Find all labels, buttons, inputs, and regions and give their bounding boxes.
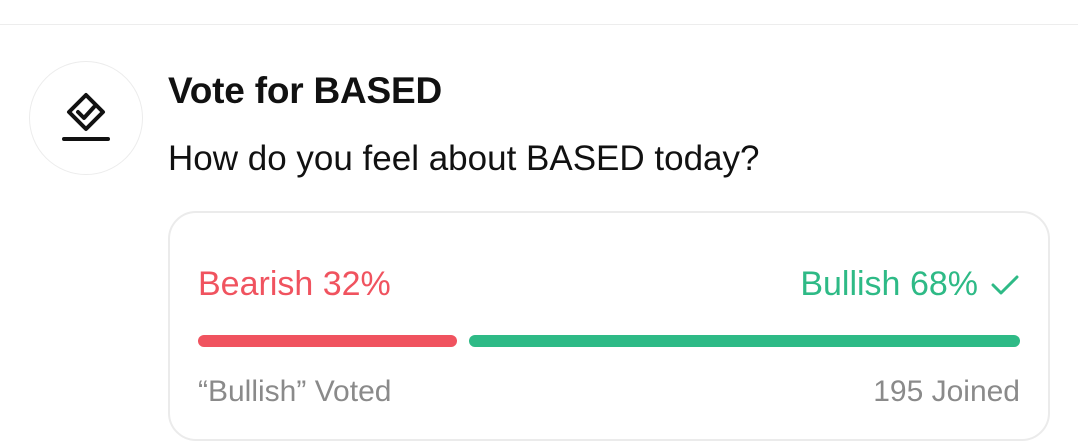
checkmark-icon <box>990 273 1020 297</box>
option-bullish-label: Bullish <box>800 265 901 303</box>
voted-status: “Bullish” Voted <box>198 375 392 408</box>
option-bullish-percent: 68% <box>909 265 978 303</box>
poll-title: Vote for BASED <box>168 70 443 111</box>
option-bearish-percent: 32% <box>322 265 391 303</box>
joined-count: 195 Joined <box>873 375 1020 408</box>
option-bearish-label: Bearish <box>198 265 314 303</box>
poll-result-bar <box>198 335 1020 347</box>
top-divider <box>0 24 1078 25</box>
vote-diamond-check-icon <box>59 91 113 145</box>
poll-card: Bearish 32% Bullish 68% “Bullish” Voted … <box>168 211 1050 441</box>
bearish-bar <box>198 335 458 347</box>
poll-question: How do you feel about BASED today? <box>168 139 760 178</box>
option-bullish[interactable]: Bullish 68% <box>800 265 1020 304</box>
vote-avatar <box>29 61 143 175</box>
bullish-bar <box>469 335 1020 347</box>
option-bearish[interactable]: Bearish 32% <box>198 265 391 304</box>
poll-widget: Vote for BASED How do you feel about BAS… <box>0 0 1078 445</box>
